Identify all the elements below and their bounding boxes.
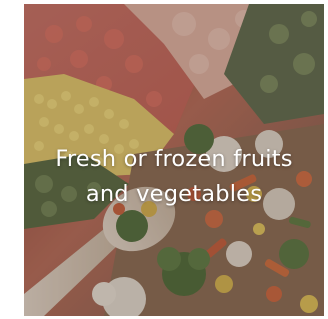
card-caption: Fresh or frozen fruits and vegetables (24, 142, 324, 212)
caption-line-1: Fresh or frozen fruits (55, 146, 293, 172)
caption-line-2: and vegetables (85, 181, 263, 207)
category-card[interactable]: Fresh or frozen fruits and vegetables (24, 4, 324, 316)
